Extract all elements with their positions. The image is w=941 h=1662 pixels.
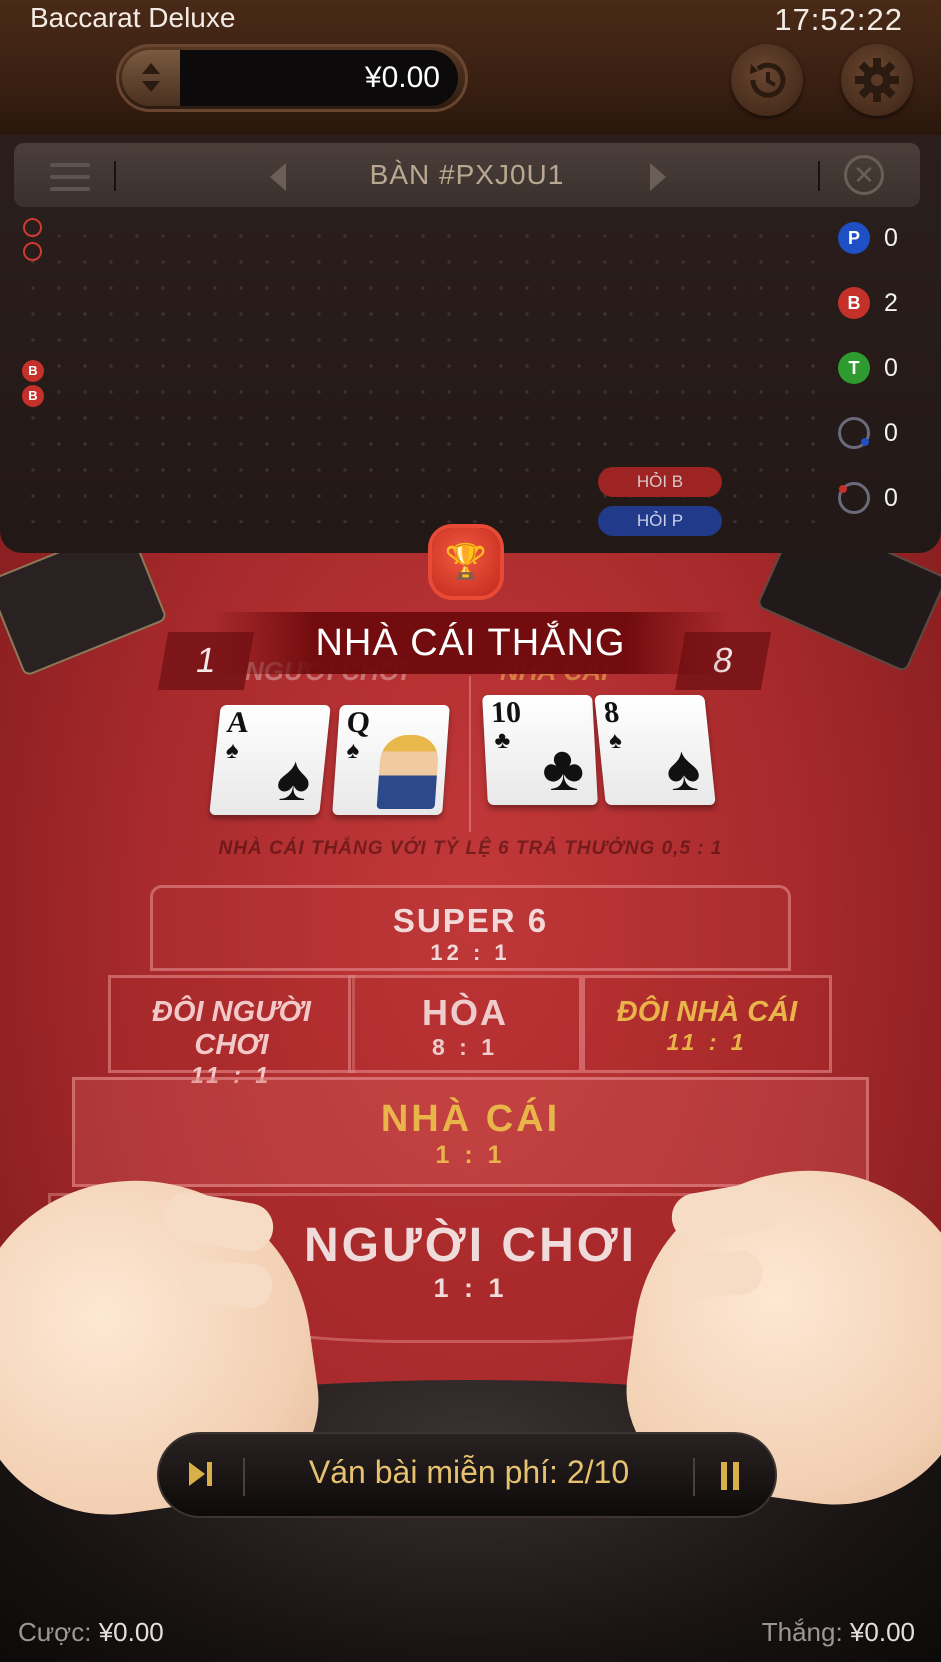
bet-value: ¥0.00 — [98, 1617, 164, 1647]
road-bead-banker: B — [22, 360, 44, 382]
stat-value: 0 — [884, 419, 898, 447]
clock: 17:52:22 — [774, 2, 903, 37]
trophy-icon: 🏆 — [432, 528, 500, 596]
road-bead-banker: B — [22, 385, 44, 407]
finger-shape — [671, 1249, 765, 1300]
eight-of-spades-card: 8 ♠ ♠ — [594, 695, 716, 805]
divider — [818, 161, 820, 191]
bet-name: HÒA — [422, 992, 508, 1033]
win-label: Thắng: — [761, 1617, 843, 1647]
road-ring — [23, 242, 42, 261]
settings-button[interactable] — [841, 44, 913, 116]
stat-tie: T 0 — [838, 352, 928, 386]
bet-name: ĐÔI NHÀ CÁI — [616, 996, 798, 1028]
ask-player-button[interactable]: HỎI P — [598, 506, 722, 536]
balance-display[interactable]: ¥0.00 — [116, 44, 468, 112]
scoreboard-header: BÀN #PXJ0U1 ✕ — [14, 143, 920, 207]
player-pair-icon — [838, 417, 870, 449]
history-button[interactable] — [731, 44, 803, 116]
queen-of-spades-card: Q ♠ — [332, 705, 450, 815]
club-icon: ♣ — [540, 733, 586, 804]
bet-tie[interactable]: HÒA 8 : 1 — [348, 975, 582, 1073]
game-stage: Baccarat Deluxe 17:52:22 ¥0.00 BÀN #PXJ0… — [0, 0, 941, 1662]
stat-value: 0 — [884, 354, 898, 382]
stat-value: 2 — [884, 289, 898, 317]
table-id: BÀN #PXJ0U1 — [369, 159, 565, 190]
tie-icon: T — [838, 352, 870, 384]
spade-icon: ♠ — [607, 728, 624, 754]
road-ring — [23, 218, 42, 237]
spade-icon: ♠ — [345, 738, 361, 764]
bet-odds: 11 : 1 — [666, 1029, 748, 1055]
spade-icon: ♠ — [273, 743, 315, 814]
bet-banker[interactable]: NHÀ CÁI 1 : 1 — [72, 1077, 869, 1187]
history-icon — [750, 62, 786, 98]
ten-of-clubs-card: 10 ♣ ♣ — [482, 695, 598, 805]
next-table-icon[interactable] — [650, 163, 666, 191]
divider — [693, 1458, 695, 1496]
payout-note: NHÀ CÁI THẮNG VỚI TỶ LỆ 6 TRẢ THƯỞNG 0,5… — [218, 838, 723, 859]
bet-odds: 1 : 1 — [435, 1141, 506, 1169]
app-title: Baccarat Deluxe — [30, 2, 236, 33]
ace-of-spades-card: A ♠ ♠ — [209, 705, 331, 815]
stat-banker: B 2 — [838, 287, 928, 321]
finger-shape — [180, 1259, 274, 1310]
footer-win: Thắng: ¥0.00 — [762, 1617, 915, 1648]
free-rounds-counter: Ván bài miễn phí: 2/10 — [308, 1454, 630, 1490]
balance-toggle-icon[interactable] — [122, 50, 180, 106]
bet-banker-pair[interactable]: ĐÔI NHÀ CÁI 11 : 1 — [582, 975, 832, 1073]
gear-icon — [855, 58, 899, 102]
stat-value: 0 — [884, 484, 898, 512]
banker-icon: B — [838, 287, 870, 319]
stat-player: P 0 — [838, 222, 928, 256]
card-rank: Q — [345, 706, 372, 739]
bet-name: NHÀ CÁI — [380, 1098, 561, 1140]
banker-pair-icon — [838, 482, 870, 514]
ask-banker-button[interactable]: HỎI B — [598, 467, 722, 497]
bet-label: Cược: — [18, 1617, 92, 1647]
top-bar: Baccarat Deluxe 17:52:22 ¥0.00 — [0, 0, 941, 135]
bet-name: ĐÔI NGƯỜI CHƠI — [152, 996, 311, 1061]
stat-value: 0 — [884, 224, 898, 252]
bet-odds: 8 : 1 — [431, 1034, 499, 1060]
stat-banker-pair: 0 — [838, 482, 928, 516]
spade-icon: ♠ — [662, 733, 704, 804]
club-icon: ♣ — [493, 728, 511, 754]
bet-name: SUPER 6 — [392, 902, 549, 939]
footer-bet: Cược: ¥0.00 — [18, 1617, 164, 1648]
scoreboard-panel: BÀN #PXJ0U1 ✕ B B P 0 B 2 T 0 0 0 — [0, 135, 941, 553]
player-icon: P — [838, 222, 870, 254]
stat-player-pair: 0 — [838, 417, 928, 451]
spade-icon: ♠ — [224, 738, 241, 764]
bet-super6[interactable]: SUPER 6 12 : 1 — [150, 885, 791, 971]
result-banner: NHÀ CÁI THẮNG — [210, 612, 731, 674]
card-rank: A — [225, 706, 251, 739]
close-icon[interactable]: ✕ — [844, 155, 884, 195]
card-rank: 8 — [602, 696, 621, 729]
control-bar: Ván bài miễn phí: 2/10 — [157, 1432, 777, 1518]
win-value: ¥0.00 — [849, 1617, 915, 1647]
center-divider — [469, 676, 471, 832]
queen-portrait-icon — [376, 735, 440, 809]
balance-value: ¥0.00 — [180, 50, 458, 106]
pause-icon[interactable] — [721, 1462, 743, 1490]
bet-odds: 12 : 1 — [430, 940, 511, 965]
bet-player-pair[interactable]: ĐÔI NGƯỜI CHƠI 11 : 1 — [108, 975, 355, 1088]
card-rank: 10 — [490, 696, 522, 729]
